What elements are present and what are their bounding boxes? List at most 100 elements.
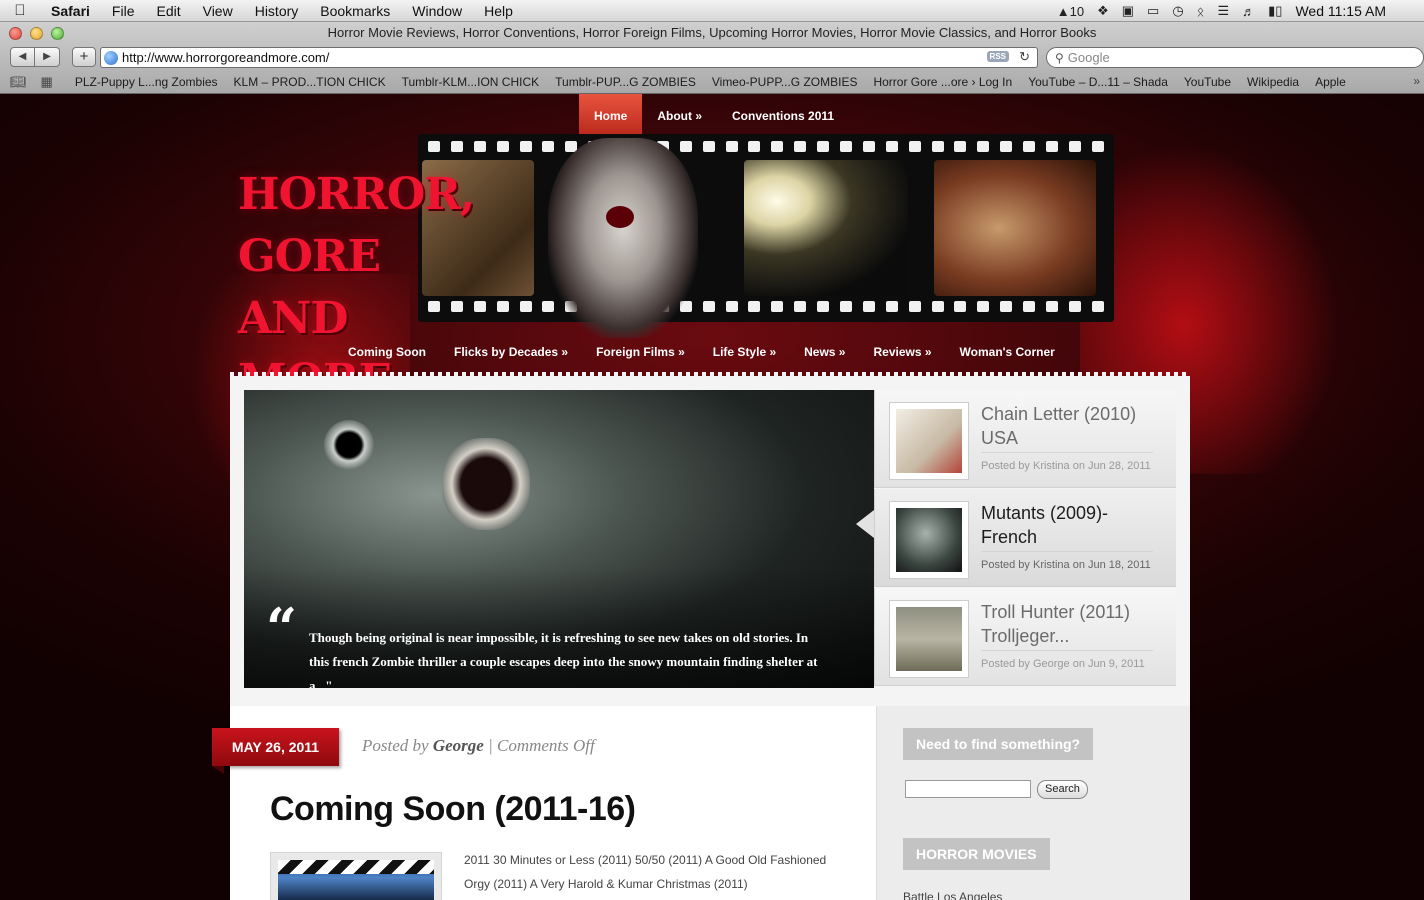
slide-thumbnail[interactable] bbox=[889, 600, 969, 678]
menu-view[interactable]: View bbox=[192, 3, 244, 19]
sidebar-search-button[interactable]: Search bbox=[1037, 780, 1088, 799]
rss-button[interactable]: RSS bbox=[986, 51, 1009, 62]
nav-news[interactable]: News » bbox=[790, 345, 859, 359]
add-bookmark-button[interactable]: + bbox=[72, 47, 96, 67]
reload-icon[interactable]: ↻ bbox=[1019, 49, 1030, 65]
post-author-link[interactable]: George bbox=[433, 736, 484, 755]
menu-help[interactable]: Help bbox=[473, 3, 524, 19]
slide-thumbnail[interactable] bbox=[889, 402, 969, 480]
bookmark-item[interactable]: Wikipedia bbox=[1239, 75, 1307, 89]
content-panel: “ Though being original is near impossib… bbox=[212, 376, 1190, 900]
post-thumbnail[interactable] bbox=[270, 852, 442, 900]
vampire-header-image bbox=[548, 138, 698, 338]
top-sites-icon[interactable]: ▦ bbox=[41, 74, 53, 90]
post-excerpt: 2011 30 Minutes or Less (2011) 50/50 (20… bbox=[464, 853, 827, 891]
sidebar-search-input[interactable] bbox=[905, 780, 1031, 798]
bookmark-item[interactable]: PLZ-Puppy L...ng Zombies bbox=[67, 75, 226, 89]
post-title[interactable]: Coming Soon (2011-16) bbox=[270, 790, 636, 829]
web-page: Home About » Conventions 2011 HORROR, GO… bbox=[0, 94, 1424, 900]
history-buttons: ◀ ▶ bbox=[10, 47, 60, 67]
bookmarks-bar: 📖︎ ▦ PLZ-Puppy L...ng Zombies KLM – PROD… bbox=[0, 72, 1424, 92]
forward-button[interactable]: ▶ bbox=[35, 47, 60, 67]
slider-thumbnails: Chain Letter (2010) USA Posted by Kristi… bbox=[874, 390, 1176, 688]
film-perforations bbox=[428, 141, 1104, 155]
post-date-ribbon: MAY 26, 2011 bbox=[212, 728, 339, 766]
search-field[interactable]: ⚲ Google bbox=[1046, 47, 1424, 68]
nav-coming-soon[interactable]: Coming Soon bbox=[334, 345, 440, 359]
posted-by-label: Posted by bbox=[362, 736, 429, 755]
adobe-icon[interactable]: ▲10 bbox=[1057, 4, 1084, 19]
menu-window[interactable]: Window bbox=[401, 3, 473, 19]
menu-history[interactable]: History bbox=[244, 3, 310, 19]
bookmark-item[interactable]: Tumblr-PUP...G ZOMBIES bbox=[547, 75, 704, 89]
bookmark-item[interactable]: Horror Gore ...ore › Log In bbox=[865, 75, 1020, 89]
bluetooth-icon[interactable]: ᛟ bbox=[1197, 4, 1205, 19]
slide-thumbnail[interactable] bbox=[889, 501, 969, 579]
slide-title[interactable]: Troll Hunter (2011) Trolljeger... bbox=[981, 600, 1161, 648]
divider bbox=[981, 650, 1153, 651]
creature-mouth bbox=[442, 438, 530, 530]
time-machine-icon[interactable]: ◷ bbox=[1172, 3, 1183, 19]
search-widget-title: Need to find something? bbox=[903, 728, 1094, 760]
url-text[interactable]: http://www.horrorgoreandmore.com/ bbox=[122, 50, 329, 65]
address-bar[interactable]: . http://www.horrorgoreandmore.com/ RSS … bbox=[100, 47, 1038, 68]
slide-item[interactable]: Chain Letter (2010) USA Posted by Kristi… bbox=[874, 390, 1176, 488]
search-placeholder: Google bbox=[1067, 50, 1110, 65]
slide-item[interactable]: Troll Hunter (2011) Trolljeger... Posted… bbox=[874, 588, 1176, 686]
bookmark-icons: 📖︎ ▦ bbox=[0, 74, 67, 90]
sidebar: Need to find something? Search HORROR MO… bbox=[876, 706, 1190, 900]
slide-item-active[interactable]: Mutants (2009)- French Posted by Kristin… bbox=[874, 489, 1176, 587]
wifi-icon[interactable]: ☰ bbox=[1217, 3, 1229, 19]
film-frame-image bbox=[744, 160, 908, 296]
magnifier-icon: ⚲ bbox=[1055, 50, 1064, 65]
battery-icon[interactable]: ▮▯ bbox=[1268, 3, 1282, 19]
bookmark-item[interactable]: YouTube bbox=[1176, 75, 1239, 89]
back-button[interactable]: ◀ bbox=[10, 47, 35, 67]
nav-reviews[interactable]: Reviews » bbox=[859, 345, 945, 359]
bookmark-item[interactable]: YouTube – D...11 – Shada bbox=[1020, 75, 1176, 89]
nav-life-style[interactable]: Life Style » bbox=[699, 345, 790, 359]
slide-meta: Posted by Kristina on Jun 18, 2011 bbox=[981, 559, 1151, 571]
volume-icon[interactable]: ♬ bbox=[1242, 4, 1255, 19]
clock[interactable]: Wed 11:15 AM bbox=[1295, 3, 1386, 19]
bookmark-item[interactable]: Apple bbox=[1307, 75, 1354, 89]
browser-toolbar: ◀ ▶ + . http://www.horrorgoreandmore.com… bbox=[0, 46, 1424, 70]
slide-meta: Posted by Kristina on Jun 28, 2011 bbox=[981, 460, 1151, 472]
evernote-icon[interactable]: ▣ bbox=[1122, 3, 1134, 19]
display-icon[interactable]: ▭ bbox=[1147, 3, 1159, 19]
quote-icon: “ bbox=[266, 596, 298, 660]
creature-eye bbox=[324, 420, 374, 470]
category-navigation: Coming Soon Flicks by Decades » Foreign … bbox=[334, 340, 1069, 364]
bookmark-item[interactable]: Vimeo-PUPP...G ZOMBIES bbox=[704, 75, 866, 89]
feature-excerpt: Though being original is near impossible… bbox=[309, 630, 818, 688]
divider bbox=[981, 551, 1153, 552]
sidebar-movie-link[interactable]: Battle Los Angeles bbox=[903, 890, 1002, 900]
nav-foreign-films[interactable]: Foreign Films » bbox=[582, 345, 699, 359]
more-bookmarks-icon[interactable]: » bbox=[1413, 74, 1420, 88]
post-meta: Posted by George | Comments Off bbox=[362, 736, 595, 756]
browser-chrome: Horror Movie Reviews, Horror Conventions… bbox=[0, 22, 1424, 94]
bookmark-item[interactable]: Tumblr-KLM...ION CHICK bbox=[394, 75, 548, 89]
bookmark-item[interactable]: KLM – PROD...TION CHICK bbox=[226, 75, 394, 89]
vampire-mouth bbox=[606, 206, 634, 228]
window-title: Horror Movie Reviews, Horror Conventions… bbox=[327, 25, 1097, 40]
nav-flicks-by-decades[interactable]: Flicks by Decades » bbox=[440, 345, 582, 359]
post-area: MAY 26, 2011 Posted by George | Comments… bbox=[212, 706, 876, 900]
menu-file[interactable]: File bbox=[101, 3, 146, 19]
status-area: ▲10 ❖ ▣ ▭ ◷ ᛟ ☰ ♬ ▮▯ Wed 11:15 AM bbox=[1057, 0, 1424, 22]
reading-list-icon[interactable]: 📖︎ bbox=[10, 74, 27, 90]
menu-bookmarks[interactable]: Bookmarks bbox=[309, 3, 401, 19]
divider bbox=[981, 452, 1153, 453]
featured-slide-image[interactable]: “ Though being original is near impossib… bbox=[244, 390, 874, 688]
slide-title[interactable]: Chain Letter (2010) USA bbox=[981, 402, 1161, 450]
menu-edit[interactable]: Edit bbox=[145, 3, 191, 19]
slide-title[interactable]: Mutants (2009)- French bbox=[981, 501, 1161, 549]
badge-count: 10 bbox=[1069, 3, 1085, 19]
nav-womans-corner[interactable]: Woman's Corner bbox=[946, 345, 1069, 359]
menu-app-name[interactable]: Safari bbox=[40, 3, 101, 19]
apple-menu-icon[interactable]:  bbox=[0, 2, 40, 19]
macos-menu-bar:  Safari File Edit View History Bookmark… bbox=[0, 0, 1424, 22]
dropbox-icon[interactable]: ❖ bbox=[1097, 3, 1109, 19]
logo-line: HORROR, GORE bbox=[238, 169, 475, 282]
horror-movies-widget-title: HORROR MOVIES bbox=[903, 838, 1050, 870]
